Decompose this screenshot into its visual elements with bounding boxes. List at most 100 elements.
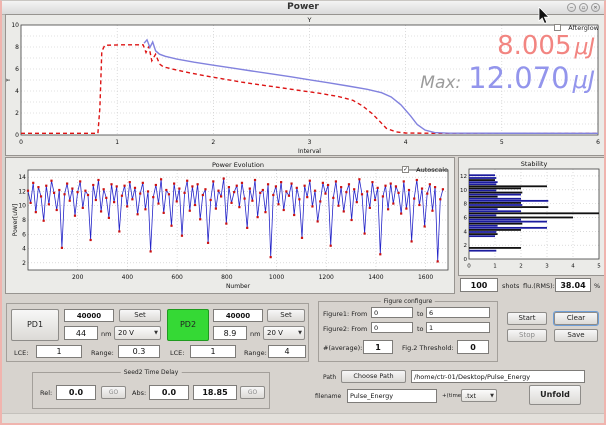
svg-text:8: 8 [464,202,468,208]
extension-value: .txt [465,392,476,400]
stability-chart: 024681012012345Stability [459,158,604,275]
svg-text:5: 5 [597,264,601,270]
average-label: #(average): [323,344,362,352]
svg-text:6: 6 [596,139,600,146]
svg-text:0: 0 [15,132,19,139]
choose-path-button[interactable]: Choose Path [341,370,406,383]
window-title: Power [2,2,604,12]
rel-input[interactable] [56,385,96,400]
figure1-from-input[interactable] [371,307,413,318]
svg-text:1400: 1400 [368,274,383,281]
svg-text:Interval: Interval [298,148,321,155]
svg-text:0: 0 [464,257,468,263]
svg-text:6: 6 [22,231,26,238]
svg-text:10: 10 [460,188,467,194]
svg-text:200: 200 [72,274,84,281]
figure2-from-input[interactable] [371,322,413,333]
svg-text:1: 1 [493,264,497,270]
figure1-to-input[interactable] [426,307,490,318]
shots-input[interactable] [460,278,498,292]
figure2-from-label: Figure2: From [323,325,367,333]
svg-text:Stability: Stability [521,160,548,168]
pd1-nm-label: nm [101,330,111,338]
svg-text:600: 600 [171,274,183,281]
svg-text:4: 4 [22,246,26,253]
svg-text:3: 3 [545,264,549,270]
percent-label: % [594,282,600,290]
figure1-from-label: Figure1: From [323,310,367,318]
pd2-set-button[interactable]: Set [267,309,305,322]
pd1-voltage-select[interactable]: 20 V ▼ [114,326,161,340]
pd2-range-input[interactable] [268,345,306,358]
rms-input[interactable] [555,278,591,292]
pd1-range-input[interactable] [118,345,160,358]
path-label: Path [323,374,336,381]
svg-text:2: 2 [15,110,19,117]
energy-plot-panel: 02468100123456YIntervalY Afterglow 8.005… [5,14,605,156]
pd1-set-button[interactable]: Set [119,309,161,322]
pd2-range-label: Range: [244,349,267,357]
pd1-lce-input[interactable] [36,345,82,358]
fig2-threshold-input[interactable] [457,340,489,354]
svg-text:4: 4 [15,88,19,95]
svg-text:Power[uW]: Power[uW] [12,204,19,237]
extension-select[interactable]: .txt ▼ [461,389,497,402]
abs-current-input[interactable] [193,385,237,400]
svg-text:2: 2 [211,139,215,146]
svg-text:12: 12 [18,188,26,195]
pd2-voltage-select[interactable]: 20 V ▼ [263,326,305,340]
rms-label: flu.(RMS): [523,282,555,290]
autoscale-checkbox[interactable]: ✓ Autoscale [402,159,448,178]
svg-text:5: 5 [500,139,504,146]
rel-go-button[interactable]: GO [101,386,126,399]
figure-configure-title: Figure configure [381,298,435,305]
average-input[interactable] [363,340,393,354]
afterglow-checkbox[interactable]: Afterglow [554,17,599,36]
svg-text:1: 1 [115,139,119,146]
svg-text:1600: 1600 [418,274,433,281]
svg-text:6: 6 [15,66,19,73]
pd1-gain-input[interactable] [64,309,114,322]
pd2-button[interactable]: PD2 [167,309,209,341]
figure1-to-label: to [417,310,424,318]
pd2-voltage-value: 20 V [267,329,283,337]
svg-text:8: 8 [22,217,26,224]
close-button[interactable]: ✕ [591,3,600,12]
maximize-button[interactable]: ▫ [579,3,588,12]
filename-label: filename [315,393,341,400]
svg-text:0: 0 [467,264,471,270]
pd1-voltage-value: 20 V [118,329,134,337]
start-button[interactable]: Start [507,312,547,325]
figure2-to-input[interactable] [426,322,490,333]
pd2-gain-input[interactable] [213,309,263,322]
minimize-button[interactable]: − [567,3,576,12]
save-button[interactable]: Save [554,329,598,342]
filename-input[interactable] [347,389,437,403]
figure2-to-label: to [417,325,424,333]
stability-panel: 024681012012345Stability [458,157,605,276]
unfold-button[interactable]: Unfold [529,385,581,405]
afterglow-checkbox-label: Afterglow [568,24,599,32]
stop-button[interactable]: Stop [507,329,547,342]
abs-input[interactable] [149,385,189,400]
chevron-down-icon: ▼ [298,330,302,336]
afterglow-checkbox-box[interactable] [554,24,561,31]
pd2-wavelength-input[interactable] [213,326,247,340]
energy-decay-chart: 02468100123456YIntervalY [6,15,604,155]
bottom-strip [2,413,604,423]
svg-text:2: 2 [22,260,26,267]
mouse-cursor [538,7,550,25]
power-evolution-panel: 24681012142004006008001000120014001600Po… [5,157,455,294]
pd2-nm-label: nm [250,330,260,338]
path-input[interactable] [411,370,585,383]
pd1-lce-label: LCE: [14,349,28,357]
clear-button[interactable]: Clear [554,312,598,325]
abs-go-button[interactable]: GO [240,386,265,399]
pd1-wavelength-input[interactable] [64,326,98,340]
pd2-lce-input[interactable] [190,345,236,358]
pd1-button[interactable]: PD1 [11,309,59,341]
seed2-delay-title: Seed2 Time Delay [121,369,182,376]
autoscale-checkbox-box[interactable]: ✓ [402,166,409,173]
svg-text:Number: Number [226,283,251,290]
fig2-threshold-label: Fig.2 Threshold: [402,344,454,352]
